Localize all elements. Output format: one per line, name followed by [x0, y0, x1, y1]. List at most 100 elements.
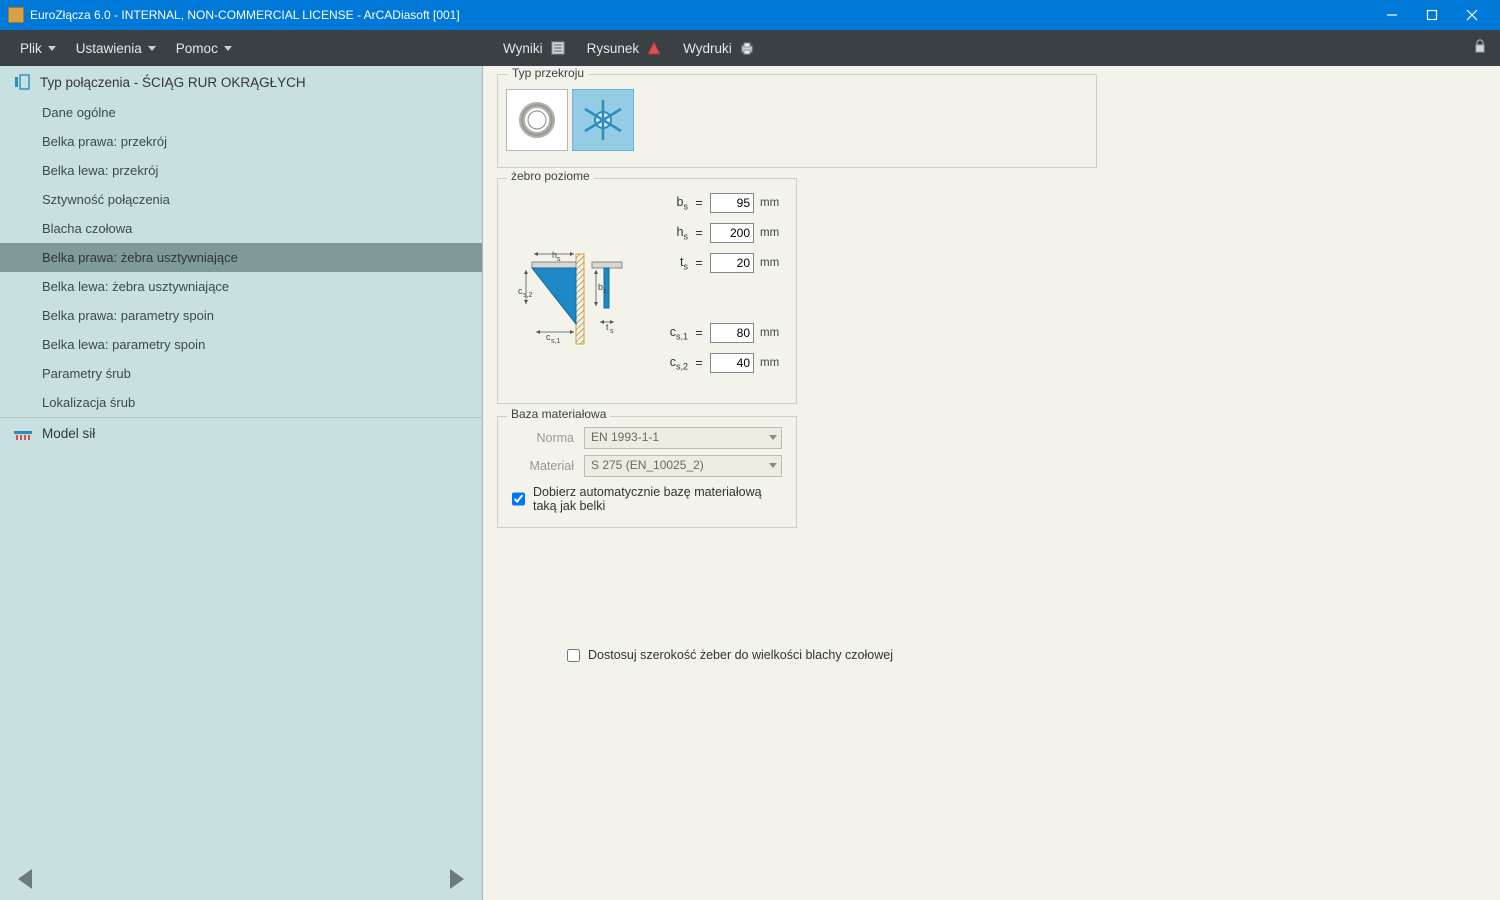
minimize-button[interactable] — [1372, 0, 1412, 30]
tree-header[interactable]: Typ połączenia - ŚCIĄG RUR OKRĄGŁYCH — [0, 66, 482, 98]
connection-type-icon — [14, 74, 30, 90]
sidebar: Typ połączenia - ŚCIĄG RUR OKRĄGŁYCH Dan… — [0, 66, 483, 900]
menu-pomoc[interactable]: Pomoc — [166, 30, 242, 66]
sidebar-item[interactable]: Belka lewa: parametry spoin — [0, 330, 482, 359]
main-panel: Typ przekroju — [483, 66, 1500, 900]
baza-legend: Baza materiałowa — [507, 407, 610, 421]
sidebar-item[interactable]: Belka prawa: żebra usztywniające — [0, 243, 482, 272]
norma-label: Norma — [512, 431, 574, 445]
material-label: Materiał — [512, 459, 574, 473]
ring-section-icon — [517, 100, 557, 140]
param-row-ts: ts= mm — [650, 253, 782, 273]
auto-material-row: Dobierz automatycznie bazę materiałową t… — [512, 485, 782, 513]
auto-material-label: Dobierz automatycznie bazę materiałową t… — [533, 485, 782, 513]
menu-label: Plik — [20, 41, 42, 56]
menu-label: Ustawienia — [76, 41, 142, 56]
menu-wydruki[interactable]: Wydruki — [673, 30, 766, 66]
typ-przekroju-legend: Typ przekroju — [508, 66, 588, 80]
adjust-width-row: Dostosuj szerokość żeber do wielkości bl… — [567, 648, 1486, 662]
chevron-down-icon — [769, 435, 777, 440]
close-button[interactable] — [1452, 0, 1492, 30]
param-input-ts[interactable] — [710, 253, 754, 273]
sidebar-item[interactable]: Dane ogólne — [0, 98, 482, 127]
zebro-legend: żebro poziome — [507, 169, 594, 183]
norma-select: EN 1993-1-1 — [584, 427, 782, 449]
param-label: cs,2 — [660, 355, 688, 372]
menu-rysunek[interactable]: Rysunek — [577, 30, 674, 66]
section-type-star-button[interactable] — [572, 89, 634, 151]
svg-text:t: t — [606, 322, 609, 332]
menu-label: Pomoc — [176, 41, 218, 56]
menu-ustawienia[interactable]: Ustawienia — [66, 30, 166, 66]
adjust-width-label: Dostosuj szerokość żeber do wielkości bl… — [588, 648, 893, 662]
material-row: Materiał S 275 (EN_10025_2) — [512, 455, 782, 477]
svg-text:s: s — [603, 288, 607, 295]
adjust-width-checkbox[interactable] — [567, 649, 580, 662]
drawing-icon — [645, 39, 663, 57]
unit-label: mm — [760, 327, 782, 339]
unit-label: mm — [760, 227, 782, 239]
auto-material-checkbox[interactable] — [512, 492, 525, 506]
star-section-icon — [578, 95, 628, 145]
param-row-cs2: cs,2= mm — [650, 353, 782, 373]
param-row-cs1: cs,1= mm — [650, 323, 782, 343]
menu-label: Rysunek — [587, 41, 640, 56]
zebro-fieldset: hs bs ts cs,2 cs,1 bs= — [497, 178, 797, 404]
svg-text:s: s — [610, 328, 614, 335]
menu-plik[interactable]: Plik — [10, 30, 66, 66]
maximize-button[interactable] — [1412, 0, 1452, 30]
param-label: bs — [660, 195, 688, 212]
titlebar: EuroZłącza 6.0 - INTERNAL, NON-COMMERCIA… — [0, 0, 1500, 30]
param-label: ts — [660, 255, 688, 272]
chevron-down-icon — [148, 46, 156, 51]
sidebar-item[interactable]: Belka prawa: przekrój — [0, 127, 482, 156]
forces-model-icon — [14, 427, 32, 441]
param-label: cs,1 — [660, 325, 688, 342]
baza-fieldset: Norma EN 1993-1-1 Materiał S 275 (EN_100… — [497, 416, 797, 528]
param-row-bs: bs= mm — [650, 193, 782, 213]
unit-label: mm — [760, 197, 782, 209]
norma-value: EN 1993-1-1 — [591, 430, 659, 444]
sidebar-item[interactable]: Belka lewa: przekrój — [0, 156, 482, 185]
stiffener-diagram: hs bs ts cs,2 cs,1 — [512, 219, 632, 389]
nav-prev-button[interactable] — [18, 869, 32, 889]
sidebar-item[interactable]: Parametry śrub — [0, 359, 482, 388]
svg-text:s,2: s,2 — [523, 292, 532, 299]
svg-text:s,1: s,1 — [551, 338, 560, 345]
material-value: S 275 (EN_10025_2) — [591, 458, 704, 472]
sidebar-item[interactable]: Belka lewa: żebra usztywniające — [0, 272, 482, 301]
svg-text:s: s — [557, 256, 561, 263]
chevron-down-icon — [224, 46, 232, 51]
chevron-down-icon — [48, 46, 56, 51]
unit-label: mm — [760, 257, 782, 269]
stiffener-params: bs= mm hs= mm ts= mm — [650, 189, 782, 389]
param-input-bs[interactable] — [710, 193, 754, 213]
param-input-hs[interactable] — [710, 223, 754, 243]
printer-icon — [738, 39, 756, 57]
sidebar-item[interactable]: Sztywność połączenia — [0, 185, 482, 214]
nav-tree: Typ połączenia - ŚCIĄG RUR OKRĄGŁYCH Dan… — [0, 66, 482, 858]
nav-next-button[interactable] — [450, 869, 464, 889]
section-type-ring-button[interactable] — [506, 89, 568, 151]
sidebar-item[interactable]: Lokalizacja śrub — [0, 388, 482, 417]
norma-row: Norma EN 1993-1-1 — [512, 427, 782, 449]
sidebar-item[interactable]: Belka prawa: parametry spoin — [0, 301, 482, 330]
param-input-cs2[interactable] — [710, 353, 754, 373]
sidebar-nav — [0, 858, 482, 900]
menu-wyniki[interactable]: Wyniki — [493, 30, 577, 66]
unit-label: mm — [760, 357, 782, 369]
menu-label: Wydruki — [683, 41, 732, 56]
param-row-hs: hs= mm — [650, 223, 782, 243]
menu-label: Wyniki — [503, 41, 543, 56]
lock-icon[interactable] — [1472, 38, 1488, 57]
tree-model-sil-label: Model sił — [42, 426, 95, 441]
menubar: Plik Ustawienia Pomoc Wyniki Rysunek Wyd… — [0, 30, 1500, 66]
param-input-cs1[interactable] — [710, 323, 754, 343]
typ-przekroju-fieldset: Typ przekroju — [497, 74, 1097, 168]
sidebar-item[interactable]: Blacha czołowa — [0, 214, 482, 243]
param-label: hs — [660, 225, 688, 242]
app-icon — [8, 7, 24, 23]
window-title: EuroZłącza 6.0 - INTERNAL, NON-COMMERCIA… — [30, 8, 1372, 22]
tree-model-sil[interactable]: Model sił — [0, 417, 482, 449]
tree-header-label: Typ połączenia - ŚCIĄG RUR OKRĄGŁYCH — [40, 75, 306, 90]
